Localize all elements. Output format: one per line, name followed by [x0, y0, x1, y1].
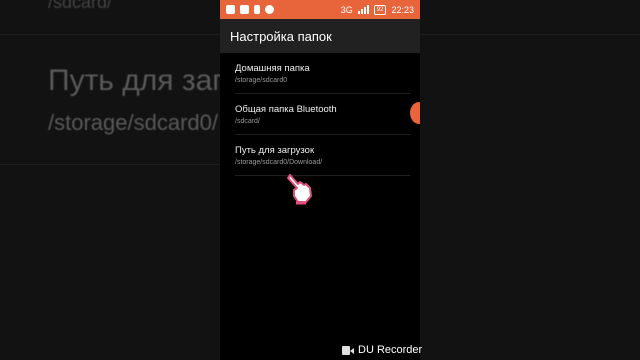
- list-item-home-folder[interactable]: Домашняя папка /storage/sdcard0: [235, 53, 410, 94]
- list-item-path: /storage/sdcard0: [235, 77, 288, 84]
- phone-screen: 3G 92 22:23 Настройка папок Домашняя пап…: [220, 0, 420, 360]
- list-item-download-path[interactable]: Путь для загрузок /storage/sdcard0/Downl…: [235, 135, 410, 176]
- list-item-path: /storage/sdcard0/Download/: [235, 159, 323, 166]
- notification-icon: [265, 5, 274, 14]
- background-divider: [420, 34, 640, 35]
- pointing-hand-icon: [287, 174, 312, 205]
- list-item-bluetooth-folder[interactable]: Общая папка Bluetooth /sdcard/: [235, 94, 410, 135]
- network-type: 3G: [340, 4, 353, 15]
- watermark-label: DU Recorder: [358, 344, 423, 356]
- video-icon: [226, 5, 235, 14]
- list-item-title: Общая папка Bluetooth: [235, 104, 337, 115]
- app-bar: Настройка папок: [220, 19, 420, 53]
- clock: 22:23: [391, 4, 414, 15]
- status-bar: 3G 92 22:23: [220, 0, 420, 19]
- folder-settings-list: Домашняя папка /storage/sdcard0 Общая па…: [220, 53, 420, 176]
- list-item-title: Домашняя папка: [235, 63, 310, 74]
- page-title: Настройка папок: [230, 28, 332, 44]
- background-top-fragment: /sdcard/: [48, 0, 113, 12]
- background-divider: [0, 34, 220, 35]
- list-item-path: /sdcard/: [235, 118, 260, 125]
- battery-saver-icon: [254, 5, 260, 14]
- background-divider: [0, 164, 220, 165]
- background-subtitle: /storage/sdcard0/: [48, 110, 218, 135]
- signal-icon: [357, 5, 369, 14]
- video-camera-icon: [342, 345, 354, 355]
- battery-level: 92: [373, 4, 387, 15]
- du-recorder-watermark: DU Recorder: [342, 344, 422, 356]
- image-icon: [240, 5, 249, 14]
- list-item-title: Путь для загрузок: [235, 145, 315, 156]
